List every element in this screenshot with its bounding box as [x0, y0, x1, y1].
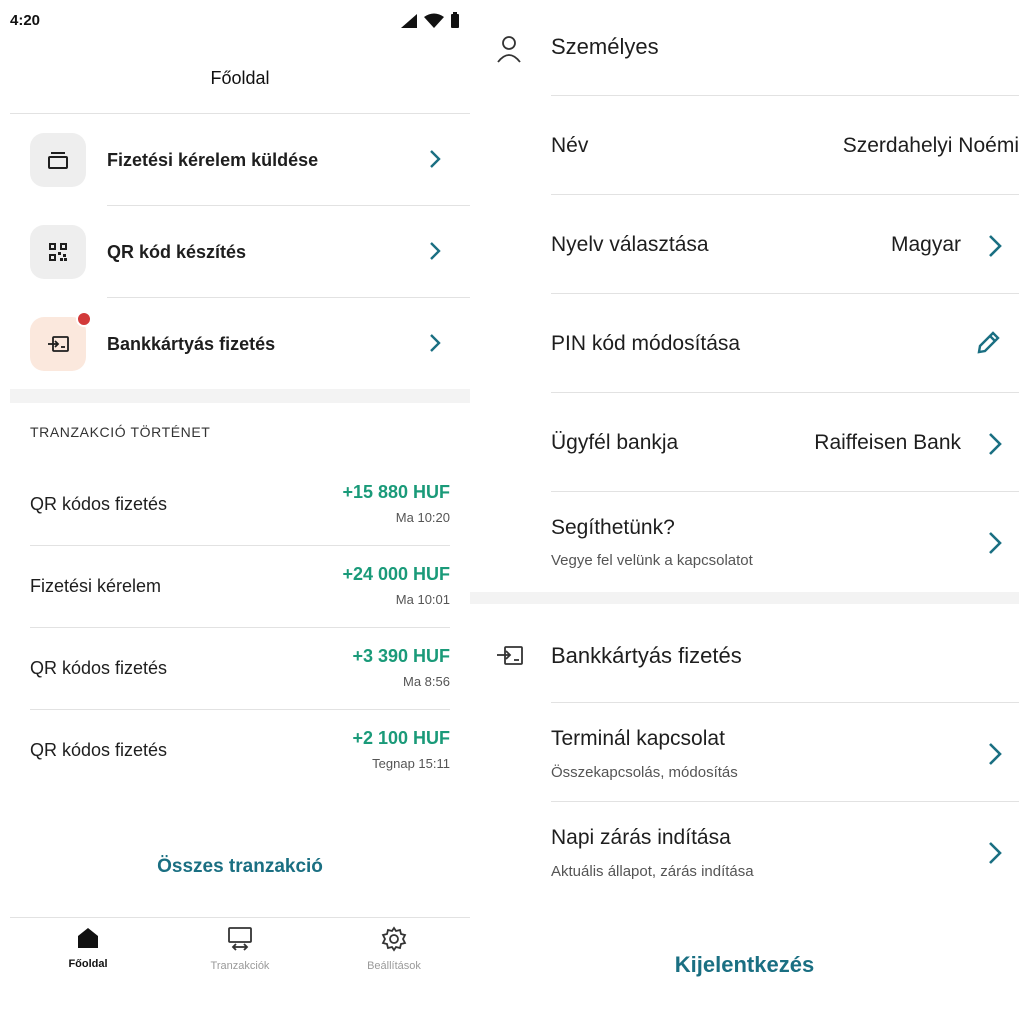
signal-icon: [401, 13, 417, 28]
transaction-row[interactable]: Fizetési kérelem +24 000 HUF Ma 10:01: [30, 546, 450, 628]
nav-label: Főoldal: [68, 958, 108, 970]
qr-code-tile: [30, 225, 86, 279]
language-label: Nyelv választása: [551, 233, 709, 256]
bottom-navigation: Főoldal Tranzakciók Beállítások: [10, 918, 470, 988]
action-label: Fizetési kérelem küldése: [107, 150, 319, 170]
person-icon: [497, 36, 521, 63]
transaction-amount: +3 390 HUF: [352, 646, 450, 666]
transaction-name: QR kódos fizetés: [30, 658, 168, 678]
bank-value: Raiffeisen Bank: [814, 431, 961, 454]
client-bank-row[interactable]: Ügyfél bankja Raiffeisen Bank: [551, 393, 1003, 491]
card-payment-section-title: Bankkártyás fizetés: [551, 643, 742, 668]
transaction-name: Fizetési kérelem: [30, 576, 162, 596]
pin-label: PIN kód módosítása: [551, 332, 741, 355]
daily-closing-row[interactable]: Napi zárás indítása Aktuális állapot, zá…: [551, 802, 1003, 900]
bank-label: Ügyfél bankja: [551, 431, 679, 454]
all-transactions-link[interactable]: Összes tranzakció: [10, 856, 470, 878]
daily-closing-subtitle: Aktuális állapot, zárás indítása: [551, 863, 754, 880]
help-label: Segíthetünk?: [551, 516, 675, 539]
status-icons: [400, 12, 460, 29]
chevron-right-icon: [989, 743, 1002, 765]
section-separator: [470, 592, 1019, 604]
help-subtitle: Vegye fel velünk a kapcsolatot: [551, 552, 753, 569]
pin-change-row[interactable]: PIN kód módosítása: [551, 294, 1003, 392]
nav-settings[interactable]: Beállítások: [334, 926, 454, 972]
transaction-row[interactable]: QR kódos fizetés +3 390 HUF Ma 8:56: [30, 628, 450, 710]
name-value: Szerdahelyi Noémi: [842, 134, 1019, 157]
transaction-row[interactable]: QR kódos fizetés +15 880 HUF Ma 10:20: [30, 464, 450, 546]
section-separator: [10, 389, 470, 403]
nav-label: Beállítások: [367, 960, 421, 972]
home-icon: [78, 928, 98, 948]
transaction-time: Tegnap 15:11: [372, 756, 450, 771]
daily-closing-label: Napi zárás indítása: [551, 826, 731, 849]
transaction-time: Ma 10:20: [395, 510, 450, 525]
chevron-right-icon: [430, 242, 441, 260]
card-outline-icon: [48, 152, 68, 169]
language-row[interactable]: Nyelv választása Magyar: [551, 195, 1003, 293]
transaction-name: QR kódos fizetés: [30, 494, 168, 514]
chevron-right-icon: [989, 433, 1002, 455]
name-row: Név Szerdahelyi Noémi: [551, 96, 1019, 194]
status-time: 4:20: [10, 12, 41, 29]
card-outline-tile: [30, 133, 86, 187]
chevron-right-icon: [430, 150, 441, 168]
terminal-subtitle: Összekapcsolás, módosítás: [551, 764, 738, 781]
transaction-time: Ma 8:56: [403, 674, 450, 689]
action-label: QR kód készítés: [107, 242, 247, 262]
nav-home[interactable]: Főoldal: [28, 926, 148, 970]
notification-badge: [76, 311, 92, 327]
transaction-time: Ma 10:01: [395, 592, 450, 607]
qr-code-icon: [49, 243, 67, 261]
transaction-amount: +15 880 HUF: [342, 482, 450, 502]
transaction-amount: +2 100 HUF: [352, 728, 450, 748]
help-row[interactable]: Segíthetünk? Vegye fel velünk a kapcsola…: [551, 492, 1003, 592]
language-value: Magyar: [890, 233, 961, 256]
page-title: Főoldal: [210, 68, 270, 88]
personal-section-title: Személyes: [551, 34, 659, 59]
action-label: Bankkártyás fizetés: [107, 334, 276, 354]
name-label: Név: [551, 134, 589, 157]
card-terminal-icon: [48, 336, 69, 352]
logout-button[interactable]: Kijelentkezés: [470, 952, 1019, 978]
nav-transactions[interactable]: Tranzakciók: [180, 926, 300, 972]
wifi-icon: [424, 13, 444, 28]
card-payment-item[interactable]: Bankkártyás fizetés: [10, 298, 470, 390]
home-screen: 4:20 Főoldal Fizetési kérelem küldése QR…: [10, 0, 470, 1012]
terminal-connection-row[interactable]: Terminál kapcsolat Összekapcsolás, módos…: [551, 703, 1003, 801]
chevron-right-icon: [989, 532, 1002, 554]
gear-icon: [381, 926, 407, 952]
send-payment-request-item[interactable]: Fizetési kérelem küldése: [10, 114, 470, 206]
transaction-history-heading: TRANZAKCIÓ TÖRTÉNET: [30, 424, 211, 440]
transaction-row[interactable]: QR kódos fizetés +2 100 HUF Tegnap 15:11: [30, 710, 450, 792]
chevron-right-icon: [430, 334, 441, 352]
battery-icon: [451, 12, 459, 28]
transactions-icon: [228, 927, 252, 951]
chevron-right-icon: [989, 842, 1002, 864]
chevron-right-icon: [989, 235, 1002, 257]
pencil-icon: [977, 331, 1000, 354]
status-bar: 4:20: [10, 10, 470, 34]
settings-screen: Személyes Név Szerdahelyi Noémi Nyelv vá…: [470, 0, 1019, 1012]
card-terminal-tile: [30, 311, 92, 371]
card-terminal-icon: [497, 646, 523, 665]
create-qr-code-item[interactable]: QR kód készítés: [10, 206, 470, 298]
nav-label: Tranzakciók: [210, 960, 270, 972]
transaction-name: QR kódos fizetés: [30, 740, 168, 760]
transaction-amount: +24 000 HUF: [342, 564, 450, 584]
terminal-label: Terminál kapcsolat: [551, 727, 725, 750]
